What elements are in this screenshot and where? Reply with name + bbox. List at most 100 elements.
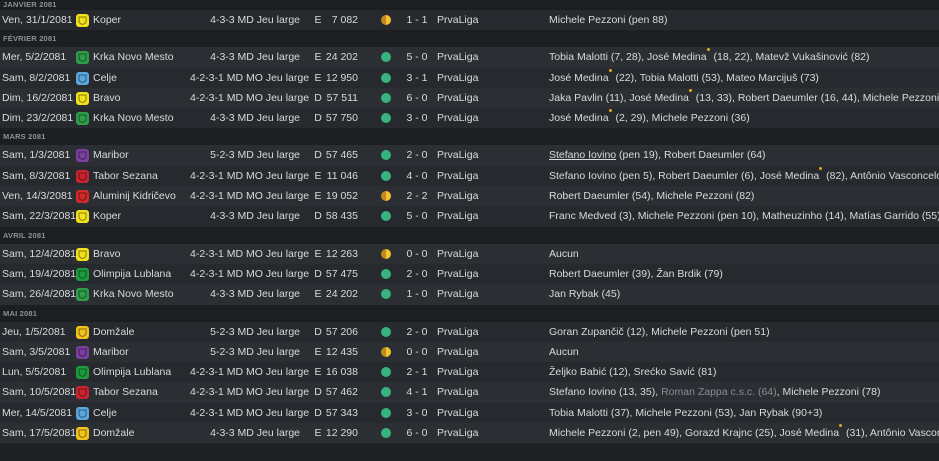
- attendance-value: 57 750: [325, 112, 358, 125]
- competition-link[interactable]: PrvaLiga: [437, 362, 517, 382]
- match-score[interactable]: 4 - 1: [398, 382, 436, 402]
- competition-link[interactable]: PrvaLiga: [437, 403, 517, 423]
- fixture-row[interactable]: Sam, 19/4/2081 Olimpija Lublana 4-2-3-1 MD…: [0, 263, 939, 285]
- competition-link[interactable]: PrvaLiga: [437, 88, 517, 108]
- match-score[interactable]: 2 - 2: [398, 186, 436, 206]
- match-score[interactable]: 3 - 0: [398, 108, 436, 128]
- attendance-value: 16 038: [325, 366, 358, 379]
- opponent-link[interactable]: Tabor Sezana: [93, 166, 203, 186]
- opponent-link[interactable]: Domžale: [93, 322, 203, 342]
- competition-link[interactable]: PrvaLiga: [437, 423, 517, 443]
- attendance-value: 11 046: [326, 169, 358, 182]
- opponent-link[interactable]: Celje: [93, 68, 203, 88]
- fixture-row[interactable]: Sam, 10/5/2081 Tabor Sezana 4-2-3-1 MD MO …: [0, 382, 939, 403]
- scorer-text: (13, 33), Robert Daeumler (16, 44), Mich…: [692, 91, 939, 104]
- match-score[interactable]: 2 - 0: [398, 322, 436, 342]
- opponent-link[interactable]: Maribor: [93, 145, 203, 165]
- match-score[interactable]: 3 - 1: [398, 68, 436, 88]
- win-result-icon: [381, 92, 391, 103]
- opponent-link[interactable]: Koper: [93, 206, 203, 226]
- match-score[interactable]: 2 - 0: [398, 264, 436, 284]
- scorer-text: Tobia Malotti (7, 28),: [549, 51, 648, 64]
- club-badge-icon: [76, 112, 89, 126]
- month-header: AVRIL 2081: [0, 226, 939, 244]
- competition-link[interactable]: PrvaLiga: [437, 186, 517, 206]
- fixture-row[interactable]: Ven, 31/1/2081 Koper 4-3-3 MD Jeu large E 7 …: [0, 10, 939, 31]
- fixture-row[interactable]: Sam, 8/3/2081 Tabor Sezana 4-2-3-1 MD MO J…: [0, 165, 939, 187]
- fixture-row[interactable]: Sam, 1/3/2081 Maribor 5-2-3 MD Jeu large D 5…: [0, 145, 939, 166]
- opponent-link[interactable]: Domžale: [93, 423, 203, 443]
- match-score[interactable]: 6 - 0: [398, 423, 436, 443]
- match-score[interactable]: 2 - 1: [398, 362, 436, 382]
- opponent-link[interactable]: Celje: [93, 403, 203, 423]
- competition-link[interactable]: PrvaLiga: [437, 244, 517, 264]
- match-score[interactable]: 1 - 1: [398, 10, 436, 30]
- opponent-link[interactable]: Bravo: [93, 88, 203, 108]
- fixture-list: JANVIER 2081 Ven, 31/1/2081 Koper 4-3-3 MD …: [0, 0, 939, 461]
- attendance-value: 12 290: [325, 427, 358, 440]
- competition-link[interactable]: PrvaLiga: [437, 145, 517, 165]
- opponent-link[interactable]: Olimpija Lublana: [93, 264, 203, 284]
- attendance-value: 57 511: [326, 91, 358, 104]
- tactic-label: 4-2-3-1 MD MO Jeu large: [190, 386, 310, 399]
- win-result-icon: [381, 387, 391, 398]
- club-badge-icon: [76, 14, 89, 27]
- opponent-link[interactable]: Olimpija Lublana: [93, 362, 203, 382]
- fixture-row[interactable]: Sam, 3/5/2081 Maribor 5-2-3 MD Jeu large E 1…: [0, 341, 939, 363]
- fixture-row[interactable]: Sam, 17/5/2081 Domžale 4-3-3 MD Jeu large E…: [0, 423, 939, 444]
- fixture-row[interactable]: Mer, 14/5/2081 Celje 4-2-3-1 MD MO Jeu lar…: [0, 402, 939, 424]
- opponent-link[interactable]: Bravo: [93, 244, 203, 264]
- competition-link[interactable]: PrvaLiga: [437, 342, 517, 362]
- match-score[interactable]: 6 - 0: [398, 88, 436, 108]
- goal-scorers: Željko Babić (12), Srećko Savić (81): [549, 362, 939, 382]
- attendance-value: 57 206: [325, 325, 358, 338]
- match-score[interactable]: 5 - 0: [398, 47, 436, 67]
- goal-scorers: Robert Daeumler (54), Michele Pezzoni (8…: [549, 186, 939, 206]
- fixture-row[interactable]: Lun, 5/5/2081 Olimpija Lublana 4-2-3-1 MD …: [0, 362, 939, 383]
- match-score[interactable]: 0 - 0: [398, 244, 436, 264]
- goal-scorers: Aucun: [549, 342, 939, 362]
- fixture-row[interactable]: Sam, 12/4/2081 Bravo 4-2-3-1 MD MO Jeu lar…: [0, 243, 939, 264]
- competition-link[interactable]: PrvaLiga: [437, 108, 517, 128]
- tactic-label: 4-2-3-1 MD MO Jeu large: [190, 190, 310, 203]
- match-score[interactable]: 2 - 0: [398, 145, 436, 165]
- opponent-link[interactable]: Krka Novo Mesto: [93, 47, 203, 67]
- competition-link[interactable]: PrvaLiga: [437, 284, 517, 304]
- scorer-text[interactable]: Stefano Iovino: [549, 149, 616, 161]
- scorer-text: (31), Antônio Vasconcelos (61): [845, 427, 939, 440]
- fixture-row[interactable]: Mer, 5/2/2081 Krka Novo Mesto 4-3-3 MD Jeu…: [0, 47, 939, 68]
- competition-link[interactable]: PrvaLiga: [437, 382, 517, 402]
- match-date: Sam, 10/5/2081: [2, 386, 77, 399]
- opponent-link[interactable]: Aluminij Kidričevo: [93, 186, 203, 206]
- fixture-row[interactable]: Sam, 26/4/2081 Krka Novo Mesto 4-3-3 MD Je…: [0, 284, 939, 305]
- match-score[interactable]: 0 - 0: [398, 342, 436, 362]
- opponent-link[interactable]: Maribor: [93, 342, 203, 362]
- competition-link[interactable]: PrvaLiga: [437, 47, 517, 67]
- competition-link[interactable]: PrvaLiga: [437, 10, 517, 30]
- scorer-text: Goran Zupančič (12), Michele Pezzoni (pe…: [549, 325, 770, 338]
- match-score[interactable]: 3 - 0: [398, 403, 436, 423]
- fixture-row[interactable]: Jeu, 1/5/2081 Domžale 5-2-3 MD Jeu large D 5…: [0, 321, 939, 342]
- opponent-link[interactable]: Krka Novo Mesto: [93, 108, 203, 128]
- win-result-icon: [381, 113, 391, 124]
- competition-link[interactable]: PrvaLiga: [437, 322, 517, 342]
- match-score[interactable]: 5 - 0: [398, 206, 436, 226]
- competition-link[interactable]: PrvaLiga: [437, 206, 517, 226]
- opponent-link[interactable]: Tabor Sezana: [93, 382, 203, 402]
- match-score[interactable]: 4 - 0: [398, 166, 436, 186]
- match-score[interactable]: 1 - 0: [398, 284, 436, 304]
- win-result-icon: [381, 268, 391, 279]
- opponent-link[interactable]: Krka Novo Mesto: [93, 284, 203, 304]
- fixture-row[interactable]: Ven, 14/3/2081 Aluminij Kidričevo 4-2-3-1 …: [0, 186, 939, 207]
- fixture-row[interactable]: Sam, 22/3/2081 Koper 4-3-3 MD Jeu large D 58…: [0, 206, 939, 227]
- fixture-row[interactable]: Sam, 8/2/2081 Celje 4-2-3-1 MD MO Jeu larg…: [0, 67, 939, 88]
- competition-link[interactable]: PrvaLiga: [437, 166, 517, 186]
- match-date: Jeu, 1/5/2081: [2, 325, 66, 338]
- fixture-row[interactable]: Dim, 23/2/2081 Krka Novo Mesto 4-3-3 MD Je…: [0, 108, 939, 129]
- fixture-row[interactable]: Dim, 16/2/2081 Bravo 4-2-3-1 MD MO Jeu lar…: [0, 87, 939, 109]
- opponent-link[interactable]: Koper: [93, 10, 203, 30]
- competition-link[interactable]: PrvaLiga: [437, 264, 517, 284]
- attendance-value: 57 475: [325, 267, 358, 280]
- competition-link[interactable]: PrvaLiga: [437, 68, 517, 88]
- scorer-text: Jaka Pavlin (11),: [549, 91, 630, 104]
